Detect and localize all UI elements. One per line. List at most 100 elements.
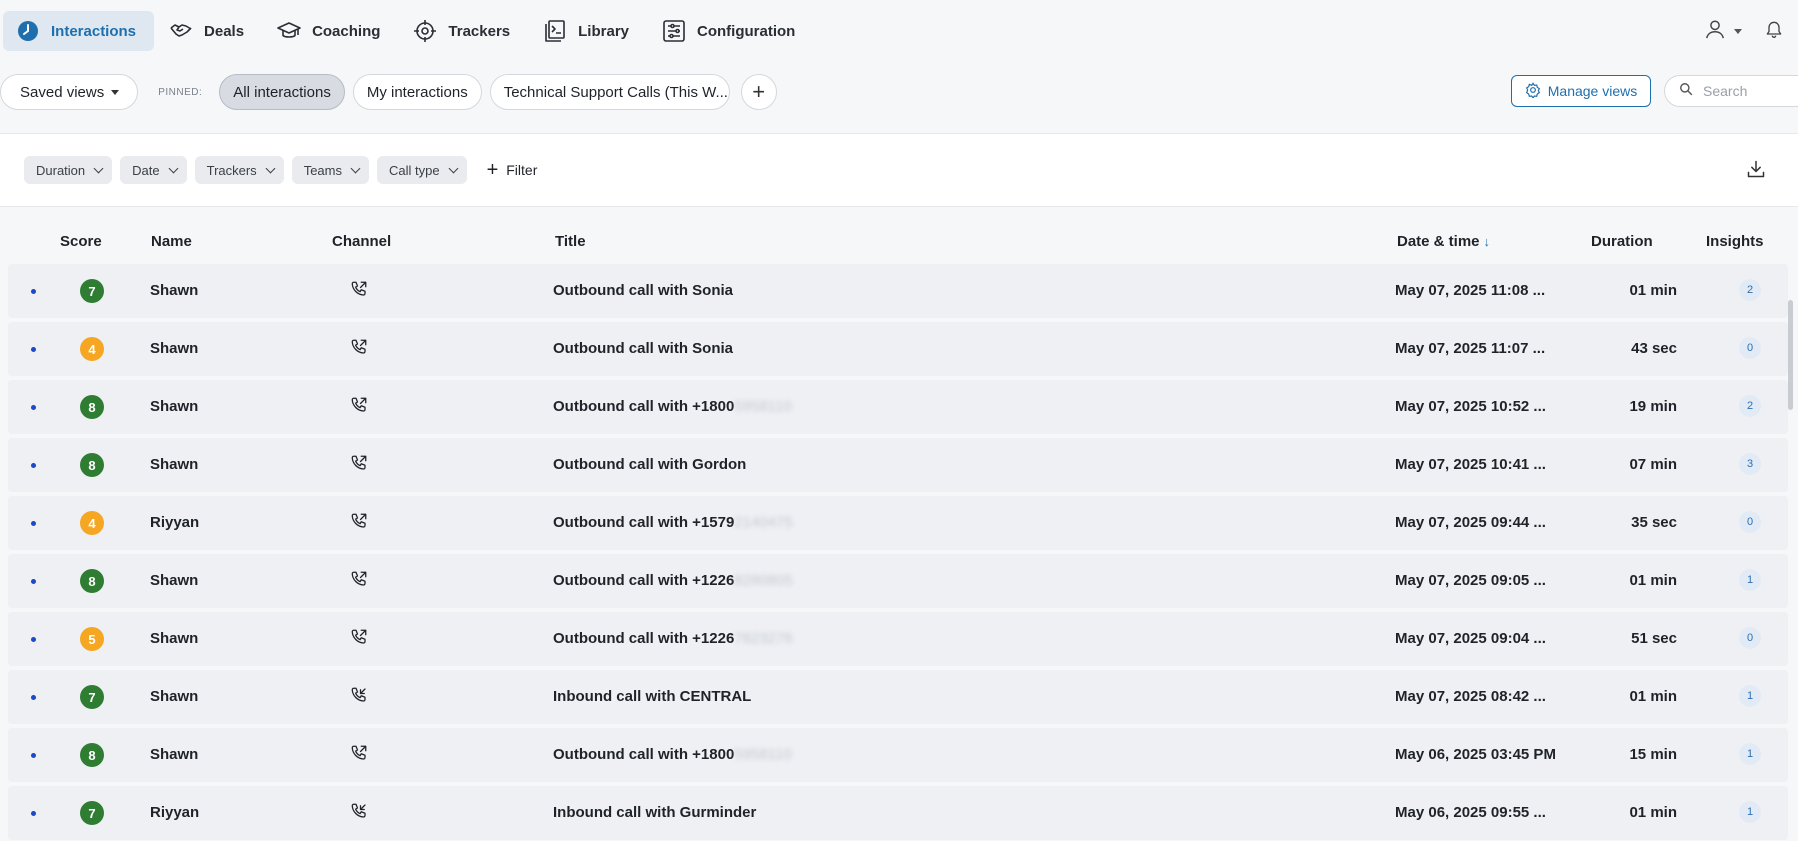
agent-name: Shawn xyxy=(150,572,199,589)
filter-call-type[interactable]: Call type xyxy=(376,156,467,184)
call-datetime: May 07, 2025 09:44 ... xyxy=(1395,514,1546,531)
download-button[interactable] xyxy=(1746,159,1766,179)
call-title[interactable]: Outbound call with +15792140475 xyxy=(553,514,793,531)
manage-views-label: Manage views xyxy=(1547,83,1638,99)
saved-views-dropdown[interactable]: Saved views xyxy=(0,74,139,110)
filter-panel: Duration Date Trackers Teams Call type +… xyxy=(0,133,1798,207)
nav-item-deals[interactable]: Deals xyxy=(156,11,262,51)
call-datetime: May 07, 2025 09:05 ... xyxy=(1395,572,1546,589)
manage-views-button[interactable]: Manage views xyxy=(1511,75,1651,107)
header-datetime[interactable]: Date & time ↓ xyxy=(1397,233,1490,250)
search-input[interactable] xyxy=(1703,83,1793,99)
call-datetime: May 06, 2025 09:55 ... xyxy=(1395,804,1546,821)
table-row[interactable]: 4 Shawn Outbound call with Sonia May 07,… xyxy=(8,322,1788,376)
agent-name: Shawn xyxy=(150,688,199,705)
nav-item-label: Library xyxy=(578,22,629,40)
call-duration: 01 min xyxy=(1629,572,1677,589)
call-title[interactable]: Outbound call with Sonia xyxy=(553,340,733,357)
view-tab-my-interactions[interactable]: My interactions xyxy=(352,74,482,110)
insights-count[interactable]: 3 xyxy=(1739,453,1761,475)
nav-item-trackers[interactable]: Trackers xyxy=(400,11,528,51)
header-name[interactable]: Name xyxy=(151,233,192,250)
header-insights[interactable]: Insights xyxy=(1706,233,1764,250)
insights-count[interactable]: 2 xyxy=(1739,279,1761,301)
outbound-call-icon xyxy=(350,454,370,474)
nav-right-controls xyxy=(1704,0,1798,62)
filter-duration[interactable]: Duration xyxy=(24,156,113,184)
call-datetime: May 07, 2025 09:04 ... xyxy=(1395,630,1546,647)
plus-icon: + xyxy=(486,158,499,181)
unread-indicator xyxy=(31,347,36,352)
agent-name: Shawn xyxy=(150,630,199,647)
call-title[interactable]: Outbound call with +12268280805 xyxy=(553,572,793,589)
chevron-down-icon xyxy=(265,163,276,173)
unread-indicator xyxy=(31,463,36,468)
user-menu-button[interactable] xyxy=(1704,18,1742,45)
notifications-button[interactable] xyxy=(1764,19,1784,44)
view-tab-technical-support-calls[interactable]: Technical Support Calls (This W... xyxy=(489,74,730,110)
chevron-down-icon xyxy=(93,163,104,173)
table-row[interactable]: 5 Shawn Outbound call with +12267823276 … xyxy=(8,612,1788,666)
call-datetime: May 06, 2025 03:45 PM xyxy=(1395,746,1556,763)
filter-teams[interactable]: Teams xyxy=(291,156,369,184)
call-title[interactable]: Outbound call with +18005958110 xyxy=(553,398,792,415)
insights-count[interactable]: 0 xyxy=(1739,511,1761,533)
view-tab-all-interactions[interactable]: All interactions xyxy=(219,74,345,110)
search-box[interactable] xyxy=(1664,75,1798,107)
graduation-cap-icon xyxy=(277,19,301,43)
call-title[interactable]: Outbound call with +12267823276 xyxy=(553,630,793,647)
outbound-call-icon xyxy=(350,280,370,300)
add-view-button[interactable]: + xyxy=(740,74,777,110)
outbound-call-icon xyxy=(350,628,370,648)
filter-date[interactable]: Date xyxy=(120,156,187,184)
nav-item-label: Deals xyxy=(204,22,245,40)
nav-item-library[interactable]: Library xyxy=(530,11,647,51)
call-datetime: May 07, 2025 11:07 ... xyxy=(1395,340,1546,357)
insights-count[interactable]: 1 xyxy=(1739,801,1761,823)
insights-count[interactable]: 2 xyxy=(1739,395,1761,417)
insights-count[interactable]: 0 xyxy=(1739,337,1761,359)
insights-count[interactable]: 0 xyxy=(1739,627,1761,649)
configuration-icon xyxy=(662,19,686,43)
plus-icon: + xyxy=(752,79,766,104)
nav-item-label: Trackers xyxy=(448,22,511,40)
filter-label: Trackers xyxy=(206,162,257,178)
nav-item-label: Interactions xyxy=(51,22,137,40)
call-datetime: May 07, 2025 10:41 ... xyxy=(1395,456,1546,473)
nav-item-coaching[interactable]: Coaching xyxy=(264,11,398,51)
insights-count[interactable]: 1 xyxy=(1739,685,1761,707)
call-title[interactable]: Outbound call with Sonia xyxy=(553,282,733,299)
add-filter-button[interactable]: + Filter xyxy=(487,159,538,182)
header-title[interactable]: Title xyxy=(555,233,586,250)
chevron-down-icon xyxy=(111,89,120,95)
nav-item-configuration[interactable]: Configuration xyxy=(649,11,813,51)
call-duration: 01 min xyxy=(1629,688,1677,705)
insights-count[interactable]: 1 xyxy=(1739,569,1761,591)
call-title[interactable]: Inbound call with CENTRAL xyxy=(553,688,751,705)
header-channel[interactable]: Channel xyxy=(332,233,391,250)
table-row[interactable]: 8 Shawn Outbound call with +12268280805 … xyxy=(8,554,1788,608)
table-row[interactable]: 7 Shawn Outbound call with Sonia May 07,… xyxy=(8,264,1788,318)
nav-item-interactions[interactable]: Interactions xyxy=(3,11,155,51)
table-row[interactable]: 7 Shawn Inbound call with CENTRAL May 07… xyxy=(8,670,1788,724)
table-row[interactable]: 8 Shawn Outbound call with +18005958110 … xyxy=(8,380,1788,434)
call-title[interactable]: Outbound call with Gordon xyxy=(553,456,746,473)
insights-count[interactable]: 1 xyxy=(1739,743,1761,765)
table-row[interactable]: 8 Shawn Outbound call with +18005958110 … xyxy=(8,728,1788,782)
scrollbar-thumb[interactable] xyxy=(1788,300,1793,410)
call-title[interactable]: Outbound call with +18005958110 xyxy=(553,746,792,763)
call-duration: 51 sec xyxy=(1631,630,1677,647)
call-title[interactable]: Inbound call with Gurminder xyxy=(553,804,756,821)
call-duration: 01 min xyxy=(1629,804,1677,821)
filter-trackers[interactable]: Trackers xyxy=(194,156,284,184)
library-icon xyxy=(543,19,567,43)
table-row[interactable]: 7 Riyyan Inbound call with Gurminder May… xyxy=(8,786,1788,840)
table-row[interactable]: 8 Shawn Outbound call with Gordon May 07… xyxy=(8,438,1788,492)
score-badge: 8 xyxy=(80,569,104,593)
sort-descending-icon: ↓ xyxy=(1483,234,1491,249)
chevron-down-icon xyxy=(1734,28,1742,34)
header-duration[interactable]: Duration xyxy=(1591,233,1653,250)
nav-item-label: Coaching xyxy=(312,22,381,40)
header-score[interactable]: Score xyxy=(60,233,102,250)
table-row[interactable]: 4 Riyyan Outbound call with +15792140475… xyxy=(8,496,1788,550)
